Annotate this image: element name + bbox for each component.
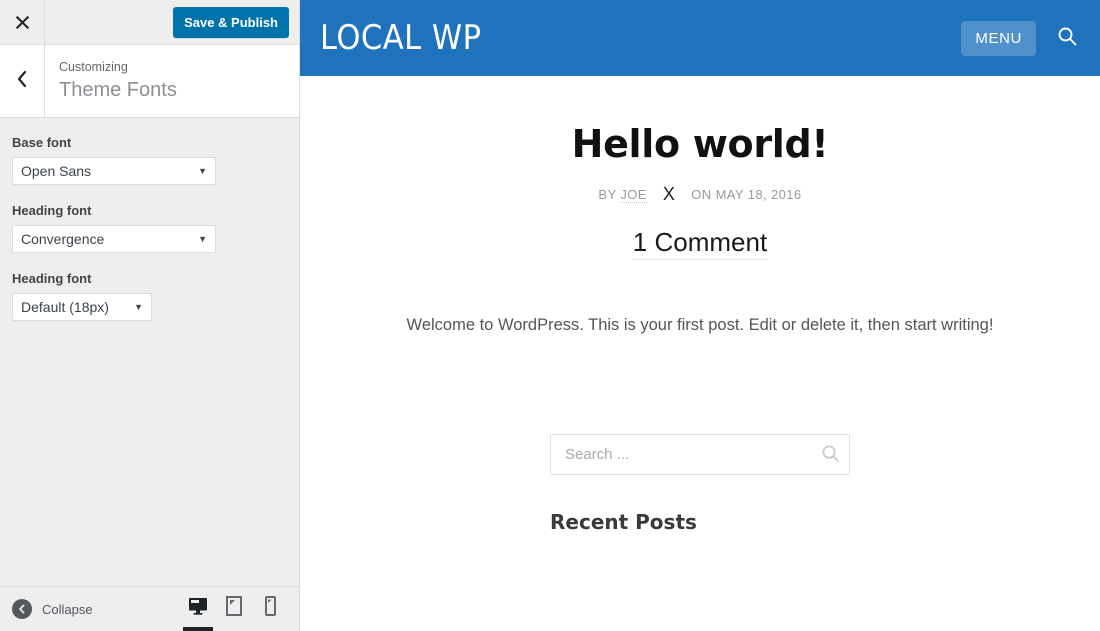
heading-font-size-label: Heading font <box>12 271 92 286</box>
post-meta-date: ON MAY 18, 2016 <box>691 187 802 202</box>
control-heading-font-size: Heading font Default (18px) ▼ <box>12 271 287 325</box>
chevron-left-icon <box>16 70 28 93</box>
chevron-down-icon: ▼ <box>198 166 207 176</box>
site-header: LOCAL WP MENU <box>300 0 1100 76</box>
customizer-footer: Collapse <box>0 586 299 631</box>
collapse-arrow-icon <box>12 599 32 619</box>
heading-font-size-select[interactable]: Default (18px) ▼ <box>12 293 152 321</box>
menu-button[interactable]: MENU <box>961 20 1036 56</box>
control-base-font: Base font Open Sans ▼ <box>12 135 287 185</box>
search-icon <box>1057 26 1077 51</box>
heading-font-label: Heading font <box>12 203 92 218</box>
desktop-icon <box>188 597 208 620</box>
close-customizer-button[interactable] <box>0 0 45 44</box>
control-heading-font: Heading font Convergence ▼ <box>12 203 287 253</box>
mobile-icon <box>264 596 276 621</box>
post-meta-by: BY <box>598 187 617 202</box>
tablet-icon <box>226 596 242 621</box>
page-title: Theme Fonts <box>59 79 177 101</box>
customizer-controls: Base font Open Sans ▼ Heading font Conve… <box>0 118 299 325</box>
panel-kicker: Customizing <box>59 60 128 74</box>
back-button[interactable] <box>0 45 45 117</box>
comment-count-link[interactable]: 1 Comment <box>632 225 768 260</box>
post-author-link[interactable]: JOE <box>620 187 647 203</box>
customizer-panel-header: Customizing Theme Fonts <box>0 45 299 118</box>
close-icon <box>15 15 30 30</box>
post-body: Welcome to WordPress. This is your first… <box>406 316 994 334</box>
customizer-sidebar: Save & Publish Customizing Theme Fonts B… <box>0 0 300 631</box>
heading-font-size-value: Default (18px) <box>21 299 109 315</box>
heading-font-value: Convergence <box>21 231 105 247</box>
search-widget <box>550 434 850 475</box>
site-title[interactable]: LOCAL WP <box>320 18 482 58</box>
post-meta: BY JOE X ON MAY 18, 2016 <box>300 184 1100 205</box>
heading-font-select[interactable]: Convergence ▼ <box>12 225 216 253</box>
panel-titles: Customizing Theme Fonts <box>45 59 177 103</box>
header-actions: MENU <box>961 20 1080 56</box>
search-input[interactable] <box>550 434 850 475</box>
chevron-down-icon: ▼ <box>198 234 207 244</box>
search-submit-button[interactable] <box>821 444 840 463</box>
chevron-down-icon: ▼ <box>134 302 143 312</box>
base-font-select[interactable]: Open Sans ▼ <box>12 157 216 185</box>
customizer-topbar: Save & Publish <box>0 0 299 45</box>
recent-posts-widget-title: Recent Posts <box>550 510 697 534</box>
meta-separator-icon: X <box>662 184 676 204</box>
site-preview: LOCAL WP MENU Hello world! BY JOE X ON M… <box>300 0 1100 631</box>
post-content: Hello world! BY JOE X ON MAY 18, 2016 1 … <box>300 76 1100 535</box>
device-mobile-button[interactable] <box>252 587 288 631</box>
collapse-label: Collapse <box>42 601 93 617</box>
device-preview-switcher <box>180 586 288 631</box>
save-and-publish-button[interactable]: Save & Publish <box>173 7 289 38</box>
collapse-button[interactable]: Collapse <box>12 599 93 619</box>
base-font-label: Base font <box>12 135 72 150</box>
device-desktop-button[interactable] <box>180 587 216 631</box>
search-icon <box>821 445 840 466</box>
device-tablet-button[interactable] <box>216 587 252 631</box>
search-toggle-button[interactable] <box>1054 25 1080 51</box>
post-title: Hello world! <box>571 122 829 166</box>
base-font-value: Open Sans <box>21 163 92 179</box>
customizer-app: Save & Publish Customizing Theme Fonts B… <box>0 0 1100 631</box>
